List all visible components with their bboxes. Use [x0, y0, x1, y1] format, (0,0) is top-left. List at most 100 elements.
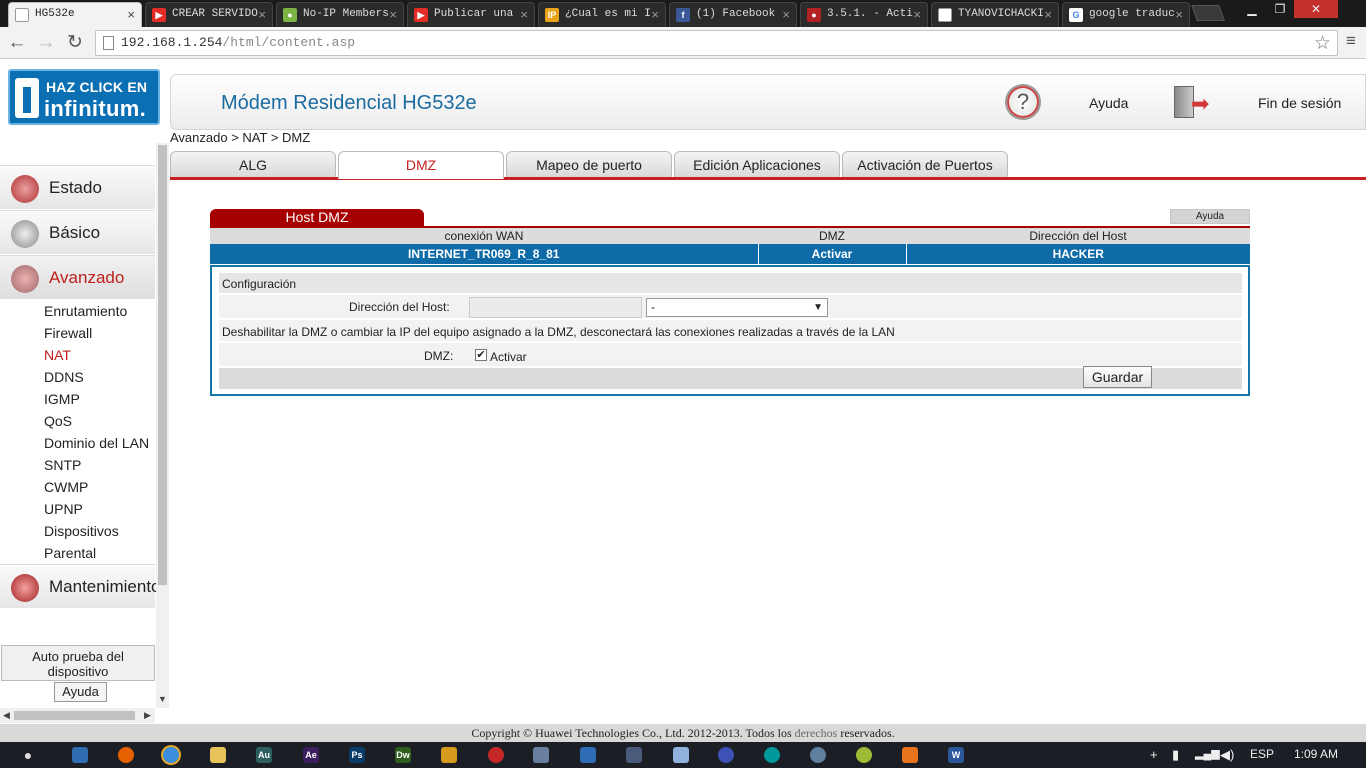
- sidebar-item-mantenimiento[interactable]: Mantenimiento: [0, 564, 161, 608]
- os-taskbar: ● Au Ae Ps Dw W + ▮ ▂▄▆ ◀) ESP 1:09 AM: [0, 742, 1366, 768]
- sidebar-sub-sntp[interactable]: SNTP: [0, 454, 155, 476]
- sidebar-item-estado[interactable]: Estado: [0, 165, 155, 209]
- desktop-icon[interactable]: [72, 747, 88, 763]
- browser-tab-8[interactable]: Ggoogle traduc ×: [1062, 2, 1190, 27]
- new-tab-button[interactable]: [1191, 5, 1225, 21]
- plus-icon[interactable]: +: [1150, 747, 1158, 762]
- browser-tab-2[interactable]: ● No-IP Members ×: [276, 2, 404, 27]
- help-question-icon[interactable]: ?: [1005, 84, 1041, 120]
- clock[interactable]: 1:09 AM: [1294, 747, 1338, 761]
- close-icon[interactable]: ×: [127, 3, 135, 26]
- config-panel: Configuración Dirección del Host: - ▼ De…: [210, 265, 1250, 396]
- forward-arrow-icon[interactable]: →: [35, 32, 57, 54]
- sidebar-sub-ddns[interactable]: DDNS: [0, 366, 155, 388]
- browser-tab-6[interactable]: ● 3.5.1. - Acti ×: [800, 2, 928, 27]
- browser-tab-7[interactable]: TYANOVICHACKI ×: [931, 2, 1059, 27]
- battery-icon[interactable]: ▮: [1172, 747, 1179, 763]
- close-icon[interactable]: ×: [520, 3, 528, 26]
- table-row[interactable]: INTERNET_TR069_R_8_81 Activar HACKER: [210, 244, 1250, 264]
- app-icon[interactable]: [441, 747, 457, 763]
- media-icon[interactable]: [488, 747, 504, 763]
- close-icon[interactable]: ×: [389, 3, 397, 26]
- signal-icon[interactable]: ▂▄▆: [1195, 747, 1220, 760]
- app-icon[interactable]: [626, 747, 642, 763]
- footer-rights-link[interactable]: derechos: [795, 726, 838, 740]
- box-icon[interactable]: [533, 747, 549, 763]
- self-test-button[interactable]: Auto prueba del dispositivo: [1, 645, 155, 681]
- header-help-link[interactable]: Ayuda: [1089, 95, 1128, 111]
- dreamweaver-icon[interactable]: Dw: [395, 747, 411, 763]
- logout-link[interactable]: Fin de sesión: [1258, 95, 1341, 111]
- close-icon[interactable]: ×: [913, 3, 921, 26]
- scrollbar-thumb[interactable]: [14, 711, 135, 720]
- dmz-enable-checkbox[interactable]: ✔: [475, 349, 487, 361]
- sidebar-item-basico[interactable]: Básico: [0, 210, 155, 254]
- star-icon[interactable]: ☆: [1314, 32, 1331, 55]
- maximize-button[interactable]: ❐: [1266, 0, 1294, 18]
- back-arrow-icon[interactable]: ←: [6, 32, 28, 54]
- tab-mapeo-puerto[interactable]: Mapeo de puerto: [506, 151, 672, 177]
- sidebar-sub-dominio-lan[interactable]: Dominio del LAN: [0, 432, 155, 454]
- scroll-left-arrow-icon[interactable]: ◀: [3, 710, 10, 721]
- apple-icon[interactable]: ●: [20, 747, 36, 763]
- close-icon[interactable]: ×: [651, 3, 659, 26]
- app-icon[interactable]: [580, 747, 596, 763]
- sidebar-vertical-scrollbar[interactable]: ▼: [156, 143, 169, 708]
- sidebar-sub-qos[interactable]: QoS: [0, 410, 155, 432]
- sidebar-item-avanzado[interactable]: Avanzado: [0, 255, 155, 299]
- sidebar-sub-upnp[interactable]: UPNP: [0, 498, 155, 520]
- language-indicator[interactable]: ESP: [1250, 747, 1274, 761]
- sidebar-sub-firewall[interactable]: Firewall: [0, 322, 155, 344]
- sidebar-horizontal-scrollbar[interactable]: ◀ ▶: [0, 708, 155, 723]
- host-ip-input[interactable]: [469, 297, 642, 318]
- eclipse-icon[interactable]: [718, 747, 734, 763]
- audition-icon[interactable]: Au: [256, 747, 272, 763]
- address-bar[interactable]: 192.168.1.254/html/content.asp ☆: [95, 30, 1338, 56]
- scroll-down-arrow-icon[interactable]: ▼: [158, 694, 167, 704]
- folder-icon[interactable]: [210, 747, 226, 763]
- sidebar-help-button[interactable]: Ayuda: [54, 682, 107, 702]
- close-icon[interactable]: ×: [258, 3, 266, 26]
- sidebar-sub-dispositivos[interactable]: Dispositivos: [0, 520, 155, 542]
- tab-edicion-aplicaciones[interactable]: Edición Aplicaciones: [674, 151, 840, 177]
- infinitum-logo[interactable]: HAZ CLICK EN infinitum.: [8, 69, 160, 125]
- save-button[interactable]: Guardar: [1083, 366, 1152, 388]
- sidebar-sub-igmp[interactable]: IGMP: [0, 388, 155, 410]
- menu-icon[interactable]: ≡: [1346, 31, 1356, 51]
- browser-tab-4[interactable]: IP ¿Cual es mi I ×: [538, 2, 666, 27]
- app-icon[interactable]: [856, 747, 872, 763]
- section-help-button[interactable]: Ayuda: [1170, 209, 1250, 224]
- tab-alg[interactable]: ALG: [170, 151, 336, 177]
- sidebar-sub-nat[interactable]: NAT: [0, 344, 155, 366]
- word-icon[interactable]: W: [948, 747, 964, 763]
- minimize-button[interactable]: ▁: [1238, 0, 1266, 18]
- scrollbar-thumb[interactable]: [158, 145, 167, 585]
- close-icon[interactable]: ×: [1175, 3, 1183, 26]
- tab-activacion-puertos[interactable]: Activación de Puertos: [842, 151, 1008, 177]
- scroll-right-arrow-icon[interactable]: ▶: [144, 710, 151, 721]
- tab-dmz[interactable]: DMZ: [338, 151, 504, 179]
- logout-arrow-icon[interactable]: ➡: [1191, 91, 1209, 117]
- browser-tab-3[interactable]: ▶ Publicar una ×: [407, 2, 535, 27]
- chrome-icon[interactable]: [163, 747, 179, 763]
- xampp-icon[interactable]: [902, 747, 918, 763]
- browser-tab-5[interactable]: f (1) Facebook ×: [669, 2, 797, 27]
- close-icon[interactable]: ×: [782, 3, 790, 26]
- window-close-button[interactable]: ✕: [1294, 0, 1338, 18]
- browser-tab-0[interactable]: HG532e ×: [8, 2, 142, 27]
- settings-gear-icon[interactable]: [810, 747, 826, 763]
- volume-icon[interactable]: ◀): [1220, 747, 1234, 763]
- after-effects-icon[interactable]: Ae: [303, 747, 319, 763]
- sidebar-sub-cwmp[interactable]: CWMP: [0, 476, 155, 498]
- photoshop-icon[interactable]: Ps: [349, 747, 365, 763]
- reload-icon[interactable]: ↻: [64, 32, 86, 54]
- dmz-checkbox-label[interactable]: Activar: [490, 350, 527, 364]
- firefox-icon[interactable]: [118, 747, 134, 763]
- host-select-dropdown[interactable]: - ▼: [646, 298, 828, 317]
- close-icon[interactable]: ×: [1044, 3, 1052, 26]
- virtualbox-icon[interactable]: [673, 747, 689, 763]
- browser-tab-1[interactable]: ▶ CREAR SERVIDO ×: [145, 2, 273, 27]
- sidebar-sub-parental[interactable]: Parental: [0, 542, 155, 564]
- sidebar-sub-enrutamiento[interactable]: Enrutamiento: [0, 300, 155, 322]
- arduino-icon[interactable]: [764, 747, 780, 763]
